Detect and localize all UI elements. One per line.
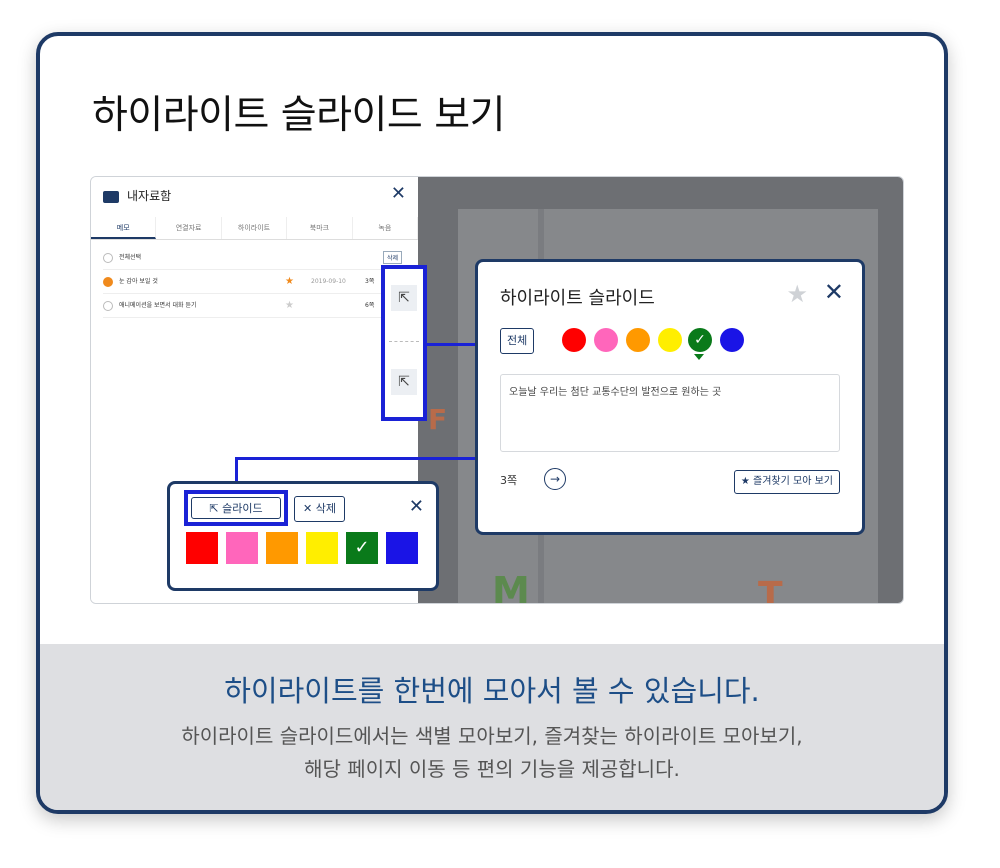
footer-description: 하이라이트를 한번에 모아서 볼 수 있습니다. 하이라이트 슬라이드에서는 색… <box>40 644 944 810</box>
star-icon: ★ <box>740 476 750 487</box>
tab-highlight[interactable]: 하이라이트 <box>222 217 288 239</box>
divider <box>389 341 419 342</box>
checked-radio[interactable] <box>103 276 113 287</box>
connector-line <box>427 343 477 346</box>
all-colors-button[interactable]: 전체 <box>500 328 535 354</box>
tab-linked[interactable]: 연결자료 <box>156 217 222 239</box>
star-icon[interactable]: ★ <box>285 295 294 317</box>
popup-title: 하이라이트 슬라이드 <box>500 288 655 309</box>
decor-letter-f: F <box>428 403 448 436</box>
highlight-slide-popup: 하이라이트 슬라이드 ★ ✕ 전체 ✓ 오늘날 우리는 첨단 교통수단의 발전으… <box>475 259 865 535</box>
list-item-page: 3쪽 <box>365 278 375 285</box>
feature-card: 하이라이트 슬라이드 보기 M F T 내자료함 ✕ 메모 연결자료 하이라이트… <box>36 32 948 814</box>
color-filter-yellow[interactable] <box>658 328 682 352</box>
select-all-label: 전체선택 <box>119 254 142 261</box>
list-item[interactable]: 눈 감아 보일 것 ★ 2019-09-10 3쪽 <box>103 271 403 294</box>
close-icon[interactable]: ✕ <box>409 496 424 517</box>
decor-letter-m: M <box>492 569 530 604</box>
screenshot-mockup: M F T 내자료함 ✕ 메모 연결자료 하이라이트 북마크 녹음 전체선택 삭… <box>90 176 904 604</box>
color-swatch-green[interactable]: ✓ <box>346 532 378 564</box>
panel-tabs: 메모 연결자료 하이라이트 북마크 녹음 <box>91 217 419 240</box>
panel-delete-button[interactable]: 삭제 <box>383 251 403 264</box>
delete-label: 삭제 <box>315 502 336 515</box>
slide-label: 슬라이드 <box>222 502 263 515</box>
footer-line: 해당 페이지 이동 등 편의 기능을 제공합니다. <box>304 757 680 781</box>
select-all-radio[interactable] <box>103 252 113 263</box>
go-to-page-button[interactable]: → <box>544 468 566 490</box>
folder-icon <box>103 190 119 203</box>
color-filter-red[interactable] <box>562 328 586 352</box>
close-icon[interactable]: ✕ <box>824 278 844 306</box>
select-all-row[interactable]: 전체선택 <box>103 247 403 270</box>
check-icon: ✓ <box>694 332 706 348</box>
favorites-collect-button[interactable]: ★ 즐겨찾기 모아 보기 <box>733 470 840 494</box>
star-icon[interactable]: ★ <box>786 280 808 308</box>
color-swatch-pink[interactable] <box>226 532 258 564</box>
color-filter-blue[interactable] <box>720 328 744 352</box>
panel-title: 내자료함 <box>127 189 172 203</box>
tab-memo[interactable]: 메모 <box>91 217 157 239</box>
memo-text: 오늘날 우리는 첨단 교통수단의 발전으로 원하는 곳 <box>500 374 840 452</box>
footer-line: 하이라이트 슬라이드에서는 색별 모아보기, 즐겨찾는 하이라이트 모아보기, <box>181 724 803 748</box>
highlight-mini-toolbar: ⇱ 슬라이드 ✕ 삭제 ✕ ✓ <box>167 481 439 591</box>
list-item[interactable]: 애니메이션을 보면서 대화 듣기 ★ 6쪽 <box>103 295 403 318</box>
color-filter-green[interactable]: ✓ <box>688 328 712 352</box>
panel-header: 내자료함 <box>103 187 171 204</box>
color-swatch-yellow[interactable] <box>306 532 338 564</box>
list-item-page: 6쪽 <box>365 302 375 309</box>
color-swatch-orange[interactable] <box>266 532 298 564</box>
external-link-icon[interactable]: ⇱ <box>391 369 417 395</box>
page-title: 하이라이트 슬라이드 보기 <box>92 93 505 138</box>
external-link-icon: ⇱ <box>209 502 219 515</box>
close-icon: ✕ <box>303 502 313 515</box>
tab-recording[interactable]: 녹음 <box>353 217 419 239</box>
color-swatch-blue[interactable] <box>386 532 418 564</box>
external-link-icon[interactable]: ⇱ <box>391 285 417 311</box>
footer-title: 하이라이트를 한번에 모아서 볼 수 있습니다. <box>224 674 760 708</box>
footer-text: 하이라이트 슬라이드에서는 색별 모아보기, 즐겨찾는 하이라이트 모아보기, … <box>40 720 944 786</box>
tab-bookmark[interactable]: 북마크 <box>287 217 353 239</box>
page-number: 3쪽 <box>500 474 518 487</box>
color-filter-orange[interactable] <box>626 328 650 352</box>
list-item-text: 애니메이션을 보면서 대화 듣기 <box>119 302 197 309</box>
star-icon[interactable]: ★ <box>285 271 294 293</box>
check-icon: ✓ <box>354 537 370 558</box>
close-icon[interactable]: ✕ <box>391 183 406 204</box>
slide-shortcut-bar: ⇱ ⇱ <box>381 265 427 421</box>
item-radio[interactable] <box>103 300 113 311</box>
slide-button-highlight-frame: ⇱ 슬라이드 <box>184 490 288 526</box>
color-swatch-red[interactable] <box>186 532 218 564</box>
slide-button[interactable]: ⇱ 슬라이드 <box>191 497 281 519</box>
favorites-label: 즐겨찾기 모아 보기 <box>753 476 833 487</box>
list-item-text: 눈 감아 보일 것 <box>119 278 158 285</box>
connector-line <box>235 457 477 460</box>
color-filter-pink[interactable] <box>594 328 618 352</box>
list-item-date: 2019-09-10 <box>311 278 346 285</box>
delete-button[interactable]: ✕ 삭제 <box>294 496 345 522</box>
selected-indicator <box>694 354 704 360</box>
decor-letter-t: T <box>758 575 783 604</box>
